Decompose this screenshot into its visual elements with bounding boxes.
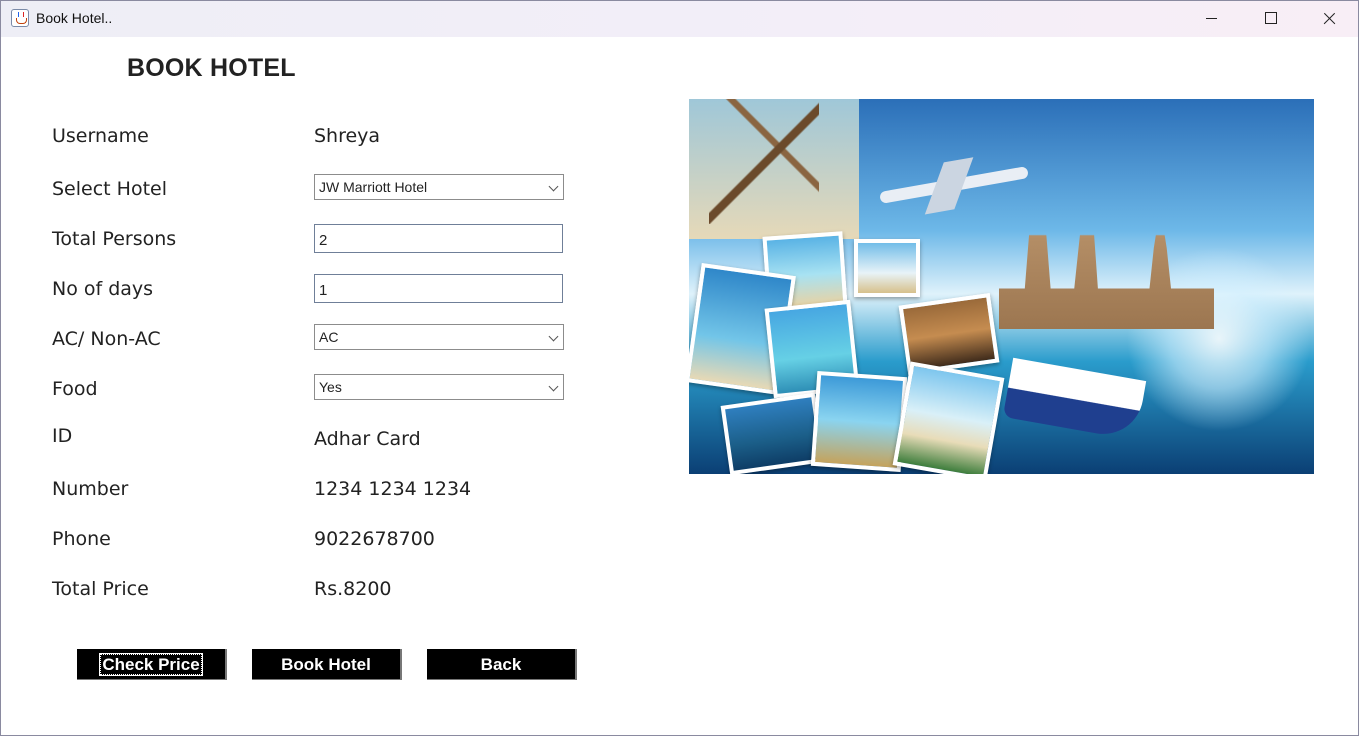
water-splash-graphic — [1119, 239, 1314, 439]
book-hotel-label: Book Hotel — [281, 655, 371, 674]
food-label: Food — [52, 378, 98, 400]
username-label: Username — [52, 125, 149, 147]
java-app-icon — [11, 9, 29, 27]
back-label: Back — [480, 655, 522, 674]
check-price-button[interactable]: Check Price — [77, 649, 227, 680]
book-hotel-button[interactable]: Book Hotel — [252, 649, 402, 680]
ac-select-value: AC — [319, 329, 339, 345]
number-value: 1234 1234 1234 — [314, 478, 472, 500]
chevron-down-icon — [548, 181, 559, 192]
id-value: Adhar Card — [314, 428, 421, 450]
chevron-down-icon — [548, 331, 559, 342]
ac-label: AC/ Non-AC — [52, 328, 161, 350]
phone-label: Phone — [52, 528, 111, 550]
collage-photo — [720, 392, 825, 474]
check-price-label: Check Price — [99, 653, 203, 676]
collage-photo — [892, 361, 1005, 474]
days-input[interactable]: 1 — [314, 274, 563, 303]
total-persons-label: Total Persons — [52, 228, 177, 250]
ac-select[interactable]: AC — [314, 324, 564, 350]
days-label: No of days — [52, 278, 154, 300]
hotel-select[interactable]: JW Marriott Hotel — [314, 174, 564, 200]
title-bar: Book Hotel.. — [1, 1, 1358, 37]
back-button[interactable]: Back — [427, 649, 577, 680]
hotel-select-value: JW Marriott Hotel — [319, 179, 428, 195]
eiffel-tower-graphic — [709, 99, 819, 224]
collage-photo — [810, 370, 908, 473]
travel-collage-image — [689, 99, 1314, 474]
id-label: ID — [52, 425, 73, 447]
food-select[interactable]: Yes — [314, 374, 564, 400]
app-window: Book Hotel.. BOOK HOTEL Username Shreya … — [0, 0, 1359, 736]
number-label: Number — [52, 478, 129, 500]
minimize-icon[interactable] — [1184, 1, 1242, 37]
maximize-icon[interactable] — [1242, 1, 1300, 37]
total-persons-input[interactable]: 2 — [314, 224, 563, 253]
page-title: BOOK HOTEL — [127, 54, 296, 82]
chevron-down-icon — [548, 381, 559, 392]
close-icon[interactable] — [1300, 1, 1358, 37]
total-price-label: Total Price — [52, 578, 149, 600]
username-value: Shreya — [314, 125, 381, 147]
airplane-graphic — [879, 166, 1029, 204]
select-hotel-label: Select Hotel — [52, 178, 167, 200]
phone-value: 9022678700 — [314, 528, 435, 550]
total-price-value: Rs.8200 — [314, 578, 392, 600]
collage-photo — [854, 239, 920, 297]
food-select-value: Yes — [319, 379, 342, 395]
window-title: Book Hotel.. — [36, 10, 113, 26]
